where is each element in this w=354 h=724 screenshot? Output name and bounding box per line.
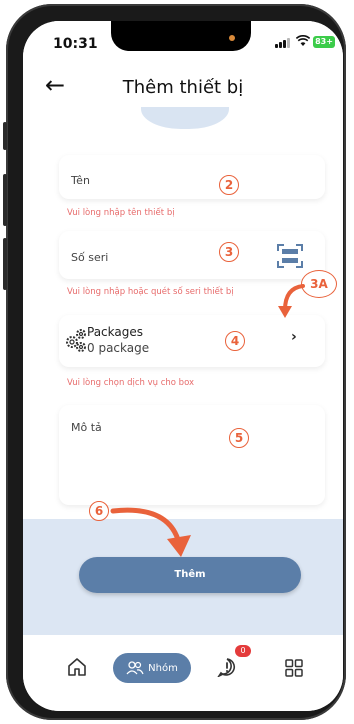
status-bar: 10:31 83+ [23, 21, 343, 65]
chevron-right-icon[interactable]: › [291, 329, 297, 345]
nav-group-button[interactable]: Nhóm [113, 653, 191, 683]
wifi-icon [296, 35, 310, 46]
signal-icon [275, 38, 290, 48]
packages-title: Packages [87, 325, 143, 339]
annotation-2: 2 [219, 175, 239, 195]
packages-error: Vui lòng chọn dịch vụ cho box [67, 378, 195, 388]
serial-placeholder: Số seri [71, 251, 109, 264]
submit-button[interactable]: Thêm [79, 557, 301, 593]
volume-up-button [3, 174, 7, 226]
alert-badge: 0 [235, 645, 251, 657]
gears-icon [66, 329, 86, 352]
annotation-6: 6 [89, 501, 109, 521]
home-icon[interactable] [67, 657, 87, 677]
annotation-arrow-6 [110, 507, 191, 557]
phone-frame: 10:31 83+ ← Thêm thiết bị Tên 2 Vui lòng [3, 4, 346, 720]
silent-switch [3, 122, 7, 150]
qr-scan-icon[interactable] [277, 244, 303, 268]
volume-down-button [3, 238, 7, 290]
name-error: Vui lòng nhập tên thiết bị [67, 208, 175, 218]
nav-group-label: Nhóm [148, 662, 178, 674]
grid-icon[interactable] [285, 659, 303, 677]
alert-icon[interactable] [217, 657, 237, 677]
form-area: Tên 2 Vui lòng nhập tên thiết bị Số seri… [23, 107, 343, 519]
camera-indicator [229, 35, 235, 41]
serial-error: Vui lòng nhập hoặc quét số seri thiết bị [67, 287, 234, 297]
status-time: 10:31 [53, 36, 98, 52]
description-placeholder: Mô tả [71, 421, 102, 434]
annotation-4: 4 [225, 331, 245, 351]
annotation-arrow-3a [278, 284, 305, 318]
users-icon [126, 661, 144, 675]
annotation-5: 5 [229, 428, 249, 448]
battery-indicator: 83+ [313, 36, 335, 48]
page-title: Thêm thiết bị [122, 77, 244, 98]
name-field[interactable]: Tên [59, 155, 325, 199]
screen: 10:31 83+ ← Thêm thiết bị Tên 2 Vui lòng [23, 21, 343, 711]
annotation-3: 3 [219, 242, 239, 262]
description-field[interactable]: Mô tả [59, 405, 325, 505]
bottom-nav: Nhóm 0 [23, 635, 343, 711]
packages-count: 0 package [87, 341, 150, 355]
decorative-blob [141, 107, 229, 129]
name-placeholder: Tên [71, 174, 90, 187]
